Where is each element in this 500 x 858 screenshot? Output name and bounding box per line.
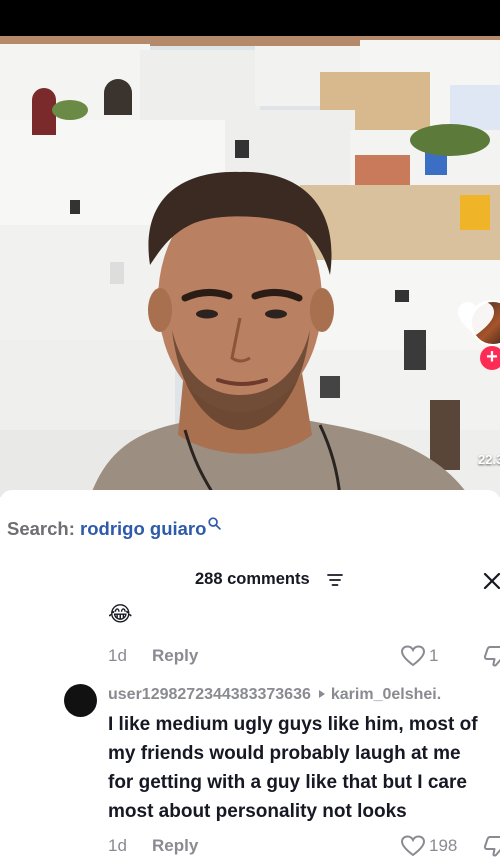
search-label: Search: — [7, 518, 75, 539]
heart-outline-icon[interactable] — [400, 645, 426, 667]
sort-icon[interactable] — [327, 573, 343, 587]
reply-button[interactable]: Reply — [152, 646, 198, 666]
comments-header: 288 comments — [0, 570, 500, 594]
comment-line: most about personality not looks — [108, 801, 407, 822]
reply-button[interactable]: Reply — [152, 836, 198, 856]
heart-icon[interactable] — [456, 300, 496, 340]
reply-arrow-icon — [318, 690, 325, 699]
comment-line: my friends would probably laugh at me — [108, 743, 461, 764]
search-term-link[interactable]: rodrigo guiaro — [80, 518, 206, 539]
comment-text: I like medium ugly guys like him, most o… — [108, 710, 500, 826]
comment-date: 1d — [108, 646, 127, 665]
heart-outline-icon[interactable] — [400, 835, 426, 857]
video-like-count: 22.3 — [478, 452, 500, 467]
search-icon — [208, 517, 222, 530]
comment-username[interactable]: user1298272344383373636 karim_0elshei. — [108, 686, 441, 704]
dislike-icon[interactable] — [482, 835, 500, 858]
avatar[interactable] — [64, 684, 97, 717]
close-icon[interactable] — [483, 572, 500, 589]
comments-count: 288 comments — [195, 570, 310, 588]
comment-text: 😂 — [108, 603, 133, 626]
comment-like-count: 198 — [429, 836, 458, 855]
comment-user-name[interactable]: user1298272344383373636 — [108, 686, 311, 703]
search-suggestion[interactable]: Search: rodrigo guiaro — [7, 517, 222, 540]
reply-to-user[interactable]: karim_0elshei. — [331, 686, 441, 703]
video-player[interactable]: + 22.3 — [0, 0, 500, 497]
dislike-icon[interactable] — [482, 645, 500, 669]
comment-meta-row: 1d Reply 1 — [108, 645, 500, 669]
video-frame — [0, 0, 500, 497]
comment-meta-row: 1d Reply 198 — [108, 835, 500, 858]
comment-date: 1d — [108, 836, 127, 855]
comment-like-count: 1 — [429, 646, 439, 665]
comment-line: I like medium ugly guys like him, most o… — [108, 714, 478, 735]
comment-line: for getting with a guy like that but I c… — [108, 772, 467, 793]
comments-sheet: Search: rodrigo guiaro 288 comments 😂 1d… — [0, 490, 500, 858]
plus-icon[interactable]: + — [480, 346, 500, 370]
